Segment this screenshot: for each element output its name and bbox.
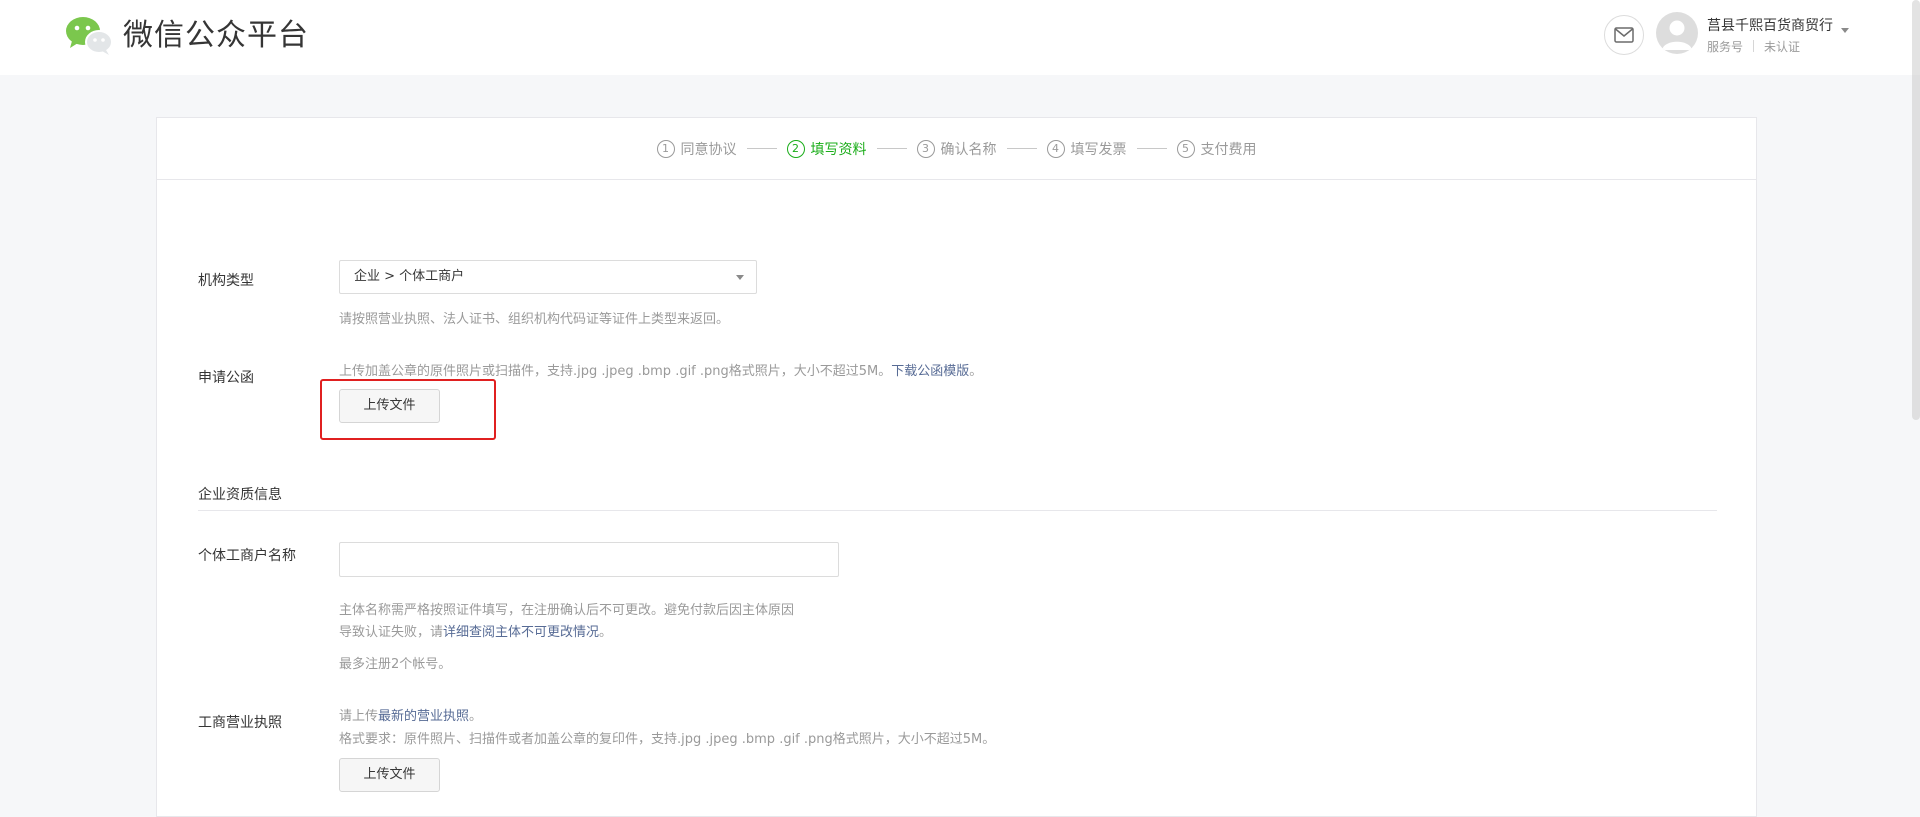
step-3: 3 确认名称 [916, 139, 997, 159]
step-4: 4 填写发票 [1046, 139, 1127, 159]
step-label: 支付费用 [1200, 141, 1257, 158]
chevron-down-icon [736, 275, 744, 280]
org-type-select[interactable]: 企业 > 个体工商户 [339, 260, 757, 294]
letter-tip: 上传加盖公章的原件照片或扫描件，支持.jpg .jpeg .bmp .gif .… [339, 360, 982, 379]
step-label: 填写发票 [1070, 141, 1127, 158]
step-label: 确认名称 [940, 141, 997, 158]
form-card: 1 同意协议 2 填写资料 3 确认名称 4 填写发票 5 支付费用 机构类型 … [156, 117, 1757, 817]
org-type-tip: 请按照营业执照、法人证书、组织机构代码证等证件上类型来返回。 [339, 312, 730, 327]
section-divider [198, 510, 1717, 511]
step-2: 2 填写资料 [786, 139, 867, 159]
step-1: 1 同意协议 [656, 139, 737, 159]
org-type-label: 机构类型 [198, 273, 254, 289]
business-name-input[interactable] [339, 542, 839, 577]
tip-line2-prefix: 导致认证失败，请 [339, 625, 444, 640]
meta-separator [1753, 40, 1755, 52]
letter-tip-text: 上传加盖公章的原件照片或扫描件，支持.jpg .jpeg .bmp .gif .… [339, 364, 892, 379]
step-number: 4 [1046, 139, 1065, 158]
account-meta: 服务号 未认证 [1707, 38, 1800, 55]
registration-limit-tip: 最多注册2个帐号。 [339, 657, 452, 672]
step-number: 3 [916, 139, 935, 158]
download-template-link[interactable]: 下载公函模版 [891, 364, 969, 379]
step-label: 同意协议 [680, 141, 737, 158]
step-number: 2 [786, 139, 805, 158]
mail-icon [1614, 27, 1634, 43]
highlight-box [320, 379, 496, 440]
verification-status: 未认证 [1764, 40, 1801, 54]
avatar[interactable] [1656, 12, 1698, 54]
business-name-tip-line2: 导致认证失败，请详细查阅主体不可更改情况。 [339, 621, 612, 640]
latest-license-link[interactable]: 最新的营业执照 [378, 709, 469, 724]
section-title: 企业资质信息 [198, 487, 282, 503]
letter-tip-end: 。 [969, 364, 983, 379]
license-tip1-prefix: 请上传 [339, 709, 379, 724]
unchangeable-details-link[interactable]: 详细查阅主体不可更改情况 [443, 625, 599, 640]
business-name-label: 个体工商户名称 [198, 548, 296, 564]
tip-line2-end: 。 [599, 625, 613, 640]
license-label: 工商营业执照 [198, 715, 282, 731]
step-divider [1136, 148, 1167, 149]
message-button[interactable] [1604, 15, 1644, 55]
top-bar: 微信公众平台 莒县千熙百货商贸行 服务号 未认证 [0, 0, 1920, 75]
account-type: 服务号 [1707, 40, 1744, 54]
wechat-logo-icon[interactable] [64, 14, 114, 56]
license-tip2: 格式要求：原件照片、扫描件或者加盖公章的复印件，支持.jpg .jpeg .bm… [339, 732, 996, 747]
step-5: 5 支付费用 [1176, 139, 1257, 159]
step-divider [876, 148, 907, 149]
license-tip1: 请上传最新的营业执照。 [339, 705, 482, 724]
scrollbar[interactable] [1912, 0, 1920, 420]
step-label: 填写资料 [810, 141, 867, 158]
business-name-tip-line1: 主体名称需严格按照证件填写，在注册确认后不可更改。避免付款后因主体原因 [339, 603, 795, 618]
step-divider [1006, 148, 1037, 149]
chevron-down-icon[interactable] [1841, 28, 1849, 33]
step-divider [746, 148, 777, 149]
account-name[interactable]: 莒县千熙百货商贸行 [1707, 15, 1833, 35]
license-tip1-end: 。 [469, 709, 483, 724]
step-number: 5 [1176, 139, 1195, 158]
step-number: 1 [656, 139, 675, 158]
org-type-value: 企业 > 个体工商户 [354, 269, 465, 284]
step-progress: 1 同意协议 2 填写资料 3 确认名称 4 填写发票 5 支付费用 [157, 118, 1756, 180]
brand-title[interactable]: 微信公众平台 [123, 14, 309, 58]
user-icon [1662, 20, 1692, 50]
letter-label: 申请公函 [198, 370, 254, 386]
upload-license-button[interactable]: 上传文件 [339, 758, 440, 792]
